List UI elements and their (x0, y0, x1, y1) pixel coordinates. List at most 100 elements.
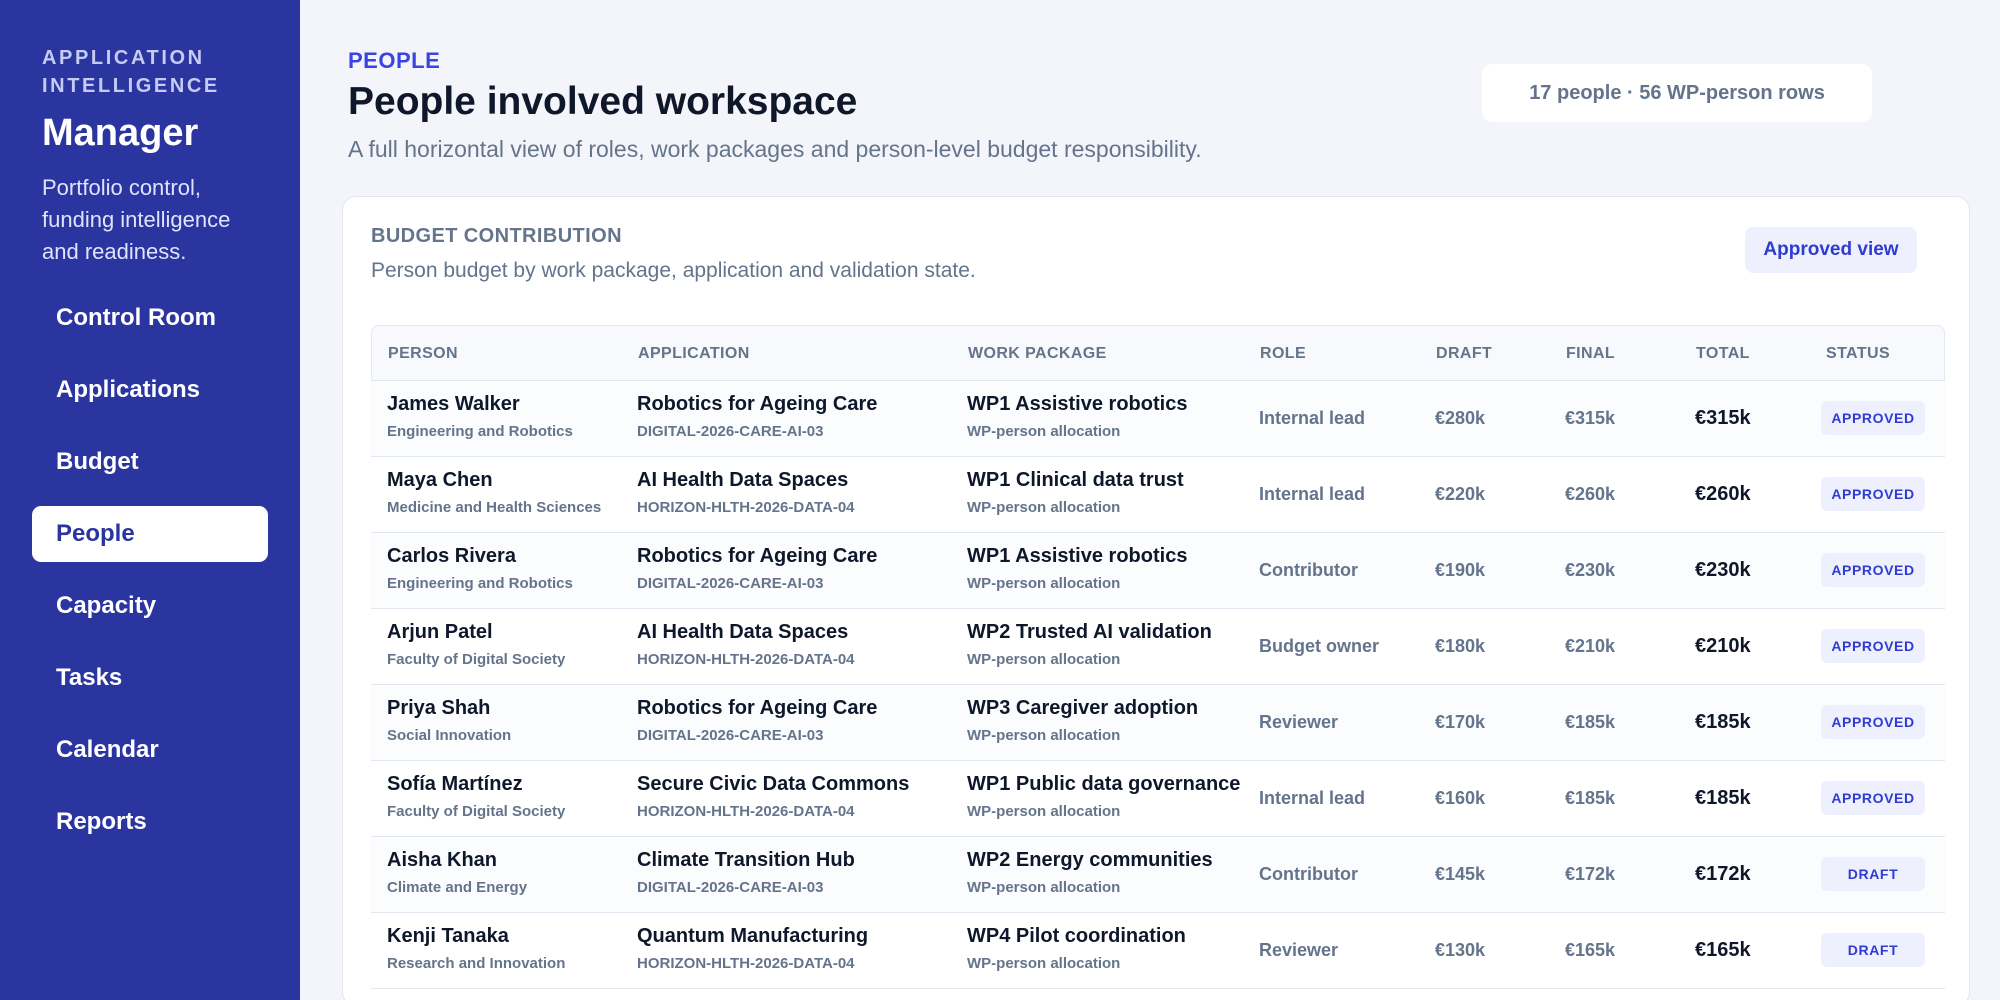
application-name[interactable]: AI Health Data Spaces (637, 621, 848, 644)
application-code: HORIZON-HLTH-2026-DATA-04 (637, 651, 855, 668)
status-badge: APPROVED (1821, 629, 1925, 663)
role-value: Budget owner (1259, 636, 1379, 656)
status-badge: APPROVED (1821, 477, 1925, 511)
draft-value: €220k (1435, 484, 1486, 504)
table-row[interactable]: Kenji Tanaka Research and Innovation Quant… (371, 913, 1945, 989)
column-header-status[interactable]: STATUS (1826, 326, 1890, 382)
person-name[interactable]: Priya Shah (387, 697, 490, 720)
table-row[interactable]: James Walker Engineering and Robotics Robo… (371, 381, 1945, 457)
application-code: DIGITAL-2026-CARE-AI-03 (637, 727, 824, 744)
sidebar-tagline: Portfolio control, funding intelligence … (42, 175, 231, 264)
final-value: €230k (1565, 560, 1616, 580)
work-package-name[interactable]: WP1 Assistive robotics (967, 393, 1187, 416)
sidebar-item-control-room[interactable]: Control Room (32, 290, 268, 346)
total-value: €230k (1695, 559, 1751, 581)
status-badge: DRAFT (1821, 933, 1925, 967)
status-badge: APPROVED (1821, 705, 1925, 739)
application-name[interactable]: Secure Civic Data Commons (637, 773, 909, 796)
sidebar-eyebrow: APPLICATION INTELLIGENCE (42, 47, 220, 97)
application-code: HORIZON-HLTH-2026-DATA-04 (637, 499, 855, 516)
person-name[interactable]: Arjun Patel (387, 621, 493, 644)
table-row[interactable]: Aisha Khan Climate and Energy Climate Tran… (371, 837, 1945, 913)
work-package-subtitle: WP-person allocation (967, 803, 1121, 820)
table-body: James Walker Engineering and Robotics Robo… (371, 381, 1945, 989)
sidebar-item-applications[interactable]: Applications (32, 362, 268, 418)
total-value: €210k (1695, 635, 1751, 657)
approved-view-button[interactable]: Approved view (1745, 227, 1917, 273)
work-package-subtitle: WP-person allocation (967, 499, 1121, 516)
table-header: PERSON APPLICATION WORK PACKAGE ROLE DRA… (371, 325, 1945, 381)
application-code: DIGITAL-2026-CARE-AI-03 (637, 423, 824, 440)
final-value: €210k (1565, 636, 1616, 656)
column-header-draft[interactable]: DRAFT (1436, 326, 1492, 382)
work-package-subtitle: WP-person allocation (967, 423, 1121, 440)
work-package-name[interactable]: WP3 Caregiver adoption (967, 697, 1198, 720)
sidebar-item-calendar[interactable]: Calendar (32, 722, 268, 778)
status-badge: DRAFT (1821, 857, 1925, 891)
draft-value: €130k (1435, 940, 1486, 960)
sidebar-item-capacity[interactable]: Capacity (32, 578, 268, 634)
column-header-role[interactable]: ROLE (1260, 326, 1306, 382)
person-name[interactable]: Maya Chen (387, 469, 493, 492)
draft-value: €280k (1435, 408, 1486, 428)
person-department: Research and Innovation (387, 955, 566, 972)
work-package-name[interactable]: WP2 Trusted AI validation (967, 621, 1212, 644)
person-department: Climate and Energy (387, 879, 528, 896)
sidebar-item-people[interactable]: People (32, 506, 268, 562)
sidebar-item-tasks[interactable]: Tasks (32, 650, 268, 706)
draft-value: €170k (1435, 712, 1486, 732)
application-name[interactable]: Robotics for Ageing Care (637, 697, 877, 720)
application-name[interactable]: AI Health Data Spaces (637, 469, 848, 492)
page-title: People involved workspace (348, 80, 858, 123)
application-name[interactable]: Robotics for Ageing Care (637, 545, 877, 568)
person-department: Faculty of Digital Society (387, 803, 566, 820)
work-package-name[interactable]: WP1 Public data governance (967, 773, 1240, 796)
sidebar-item-reports[interactable]: Reports (32, 794, 268, 850)
work-package-name[interactable]: WP1 Assistive robotics (967, 545, 1187, 568)
table-row[interactable]: Priya Shah Social Innovation Robotics for … (371, 685, 1945, 761)
column-header-application[interactable]: APPLICATION (638, 326, 750, 382)
total-value: €172k (1695, 863, 1751, 885)
application-code: DIGITAL-2026-CARE-AI-03 (637, 879, 824, 896)
sidebar-item-budget[interactable]: Budget (32, 434, 268, 490)
card-subtitle: Person budget by work package, applicati… (371, 259, 976, 282)
person-name[interactable]: Carlos Rivera (387, 545, 516, 568)
person-name[interactable]: Sofía Martínez (387, 773, 523, 796)
table-row[interactable]: Carlos Rivera Engineering and Robotics Rob… (371, 533, 1945, 609)
column-header-total[interactable]: TOTAL (1696, 326, 1750, 382)
application-name[interactable]: Climate Transition Hub (637, 849, 855, 872)
column-header-work-package[interactable]: WORK PACKAGE (968, 326, 1107, 382)
work-package-subtitle: WP-person allocation (967, 575, 1121, 592)
draft-value: €160k (1435, 788, 1486, 808)
final-value: €315k (1565, 408, 1616, 428)
work-package-subtitle: WP-person allocation (967, 651, 1121, 668)
column-header-final[interactable]: FINAL (1566, 326, 1615, 382)
work-package-name[interactable]: WP4 Pilot coordination (967, 925, 1186, 948)
application-name[interactable]: Robotics for Ageing Care (637, 393, 877, 416)
work-package-name[interactable]: WP1 Clinical data trust (967, 469, 1184, 492)
table-row[interactable]: Arjun Patel Faculty of Digital Society AI … (371, 609, 1945, 685)
total-value: €185k (1695, 787, 1751, 809)
draft-value: €145k (1435, 864, 1486, 884)
person-name[interactable]: James Walker (387, 393, 520, 416)
role-value: Contributor (1259, 560, 1358, 580)
application-code: DIGITAL-2026-CARE-AI-03 (637, 575, 824, 592)
sidebar-nav: Control Room Applications Budget People … (32, 290, 268, 866)
budget-table: PERSON APPLICATION WORK PACKAGE ROLE DRA… (371, 325, 1945, 989)
work-package-name[interactable]: WP2 Energy communities (967, 849, 1213, 872)
person-name[interactable]: Kenji Tanaka (387, 925, 509, 948)
draft-value: €190k (1435, 560, 1486, 580)
sidebar-brand: Manager (42, 112, 199, 154)
application-name[interactable]: Quantum Manufacturing (637, 925, 868, 948)
final-value: €165k (1565, 940, 1616, 960)
total-value: €185k (1695, 711, 1751, 733)
work-package-subtitle: WP-person allocation (967, 727, 1121, 744)
table-row[interactable]: Sofía Martínez Faculty of Digital Society… (371, 761, 1945, 837)
page-subtitle: A full horizontal view of roles, work pa… (348, 136, 1202, 162)
status-badge: APPROVED (1821, 401, 1925, 435)
final-value: €185k (1565, 712, 1616, 732)
column-header-person[interactable]: PERSON (388, 326, 458, 382)
final-value: €185k (1565, 788, 1616, 808)
person-name[interactable]: Aisha Khan (387, 849, 497, 872)
table-row[interactable]: Maya Chen Medicine and Health Sciences AI … (371, 457, 1945, 533)
